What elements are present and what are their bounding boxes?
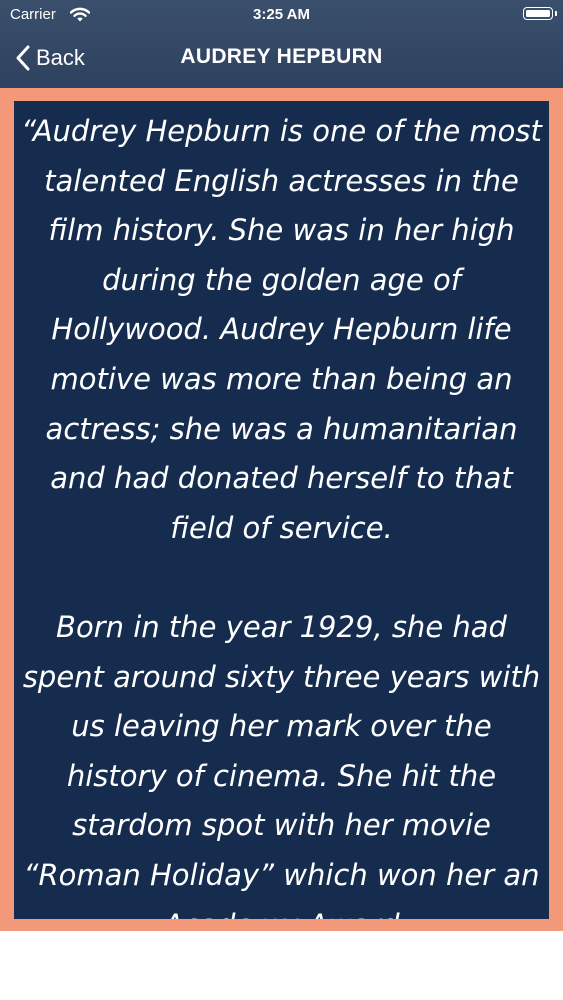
- text-panel[interactable]: “Audrey Hepburn is one of the most talen…: [14, 101, 549, 919]
- status-time: 3:25 AM: [253, 6, 310, 23]
- biography-text: “Audrey Hepburn is one of the most talen…: [14, 101, 549, 919]
- battery-icon: [523, 7, 557, 20]
- navigation-bar: Back AUDREY HEPBURN: [0, 36, 563, 80]
- header: Carrier 3:25 AM Back AUDREY HEPBURN: [0, 0, 563, 88]
- paragraph: “Audrey Hepburn is one of the most talen…: [21, 114, 542, 545]
- content-frame: “Audrey Hepburn is one of the most talen…: [0, 88, 563, 931]
- page-title: AUDREY HEPBURN: [180, 45, 383, 68]
- status-bar: Carrier 3:25 AM: [0, 0, 563, 30]
- paragraph: Born in the year 1929, she had spent aro…: [22, 609, 541, 919]
